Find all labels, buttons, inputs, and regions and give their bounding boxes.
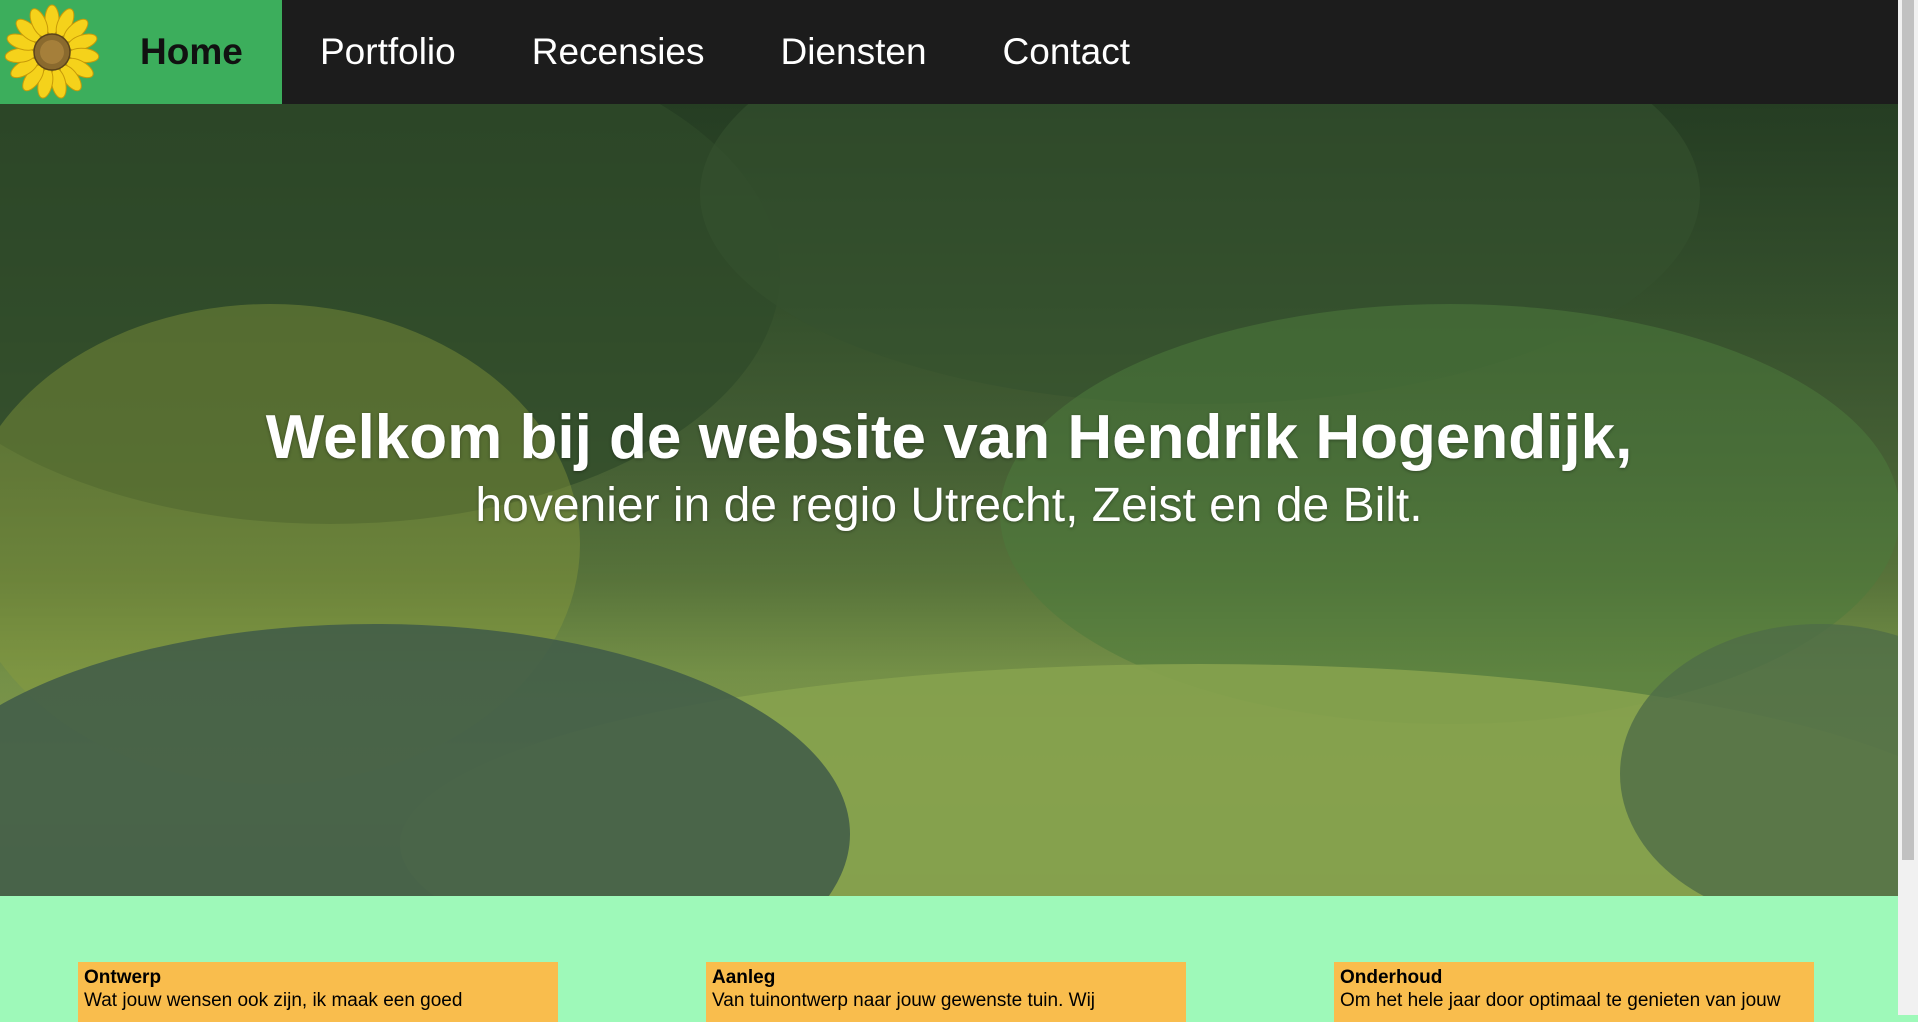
service-card-title: Onderhoud <box>1340 967 1443 988</box>
nav-home-label: Home <box>140 31 243 72</box>
service-card-text: Wat jouw wensen ook zijn, ik maak een go… <box>84 990 463 1011</box>
nav-contact-link[interactable]: Contact <box>965 0 1169 104</box>
service-card-onderhoud[interactable]: Onderhoud Om het hele jaar door optimaal… <box>1334 962 1814 1022</box>
service-card-text: Van tuinontwerp naar jouw gewenste tuin.… <box>712 990 1096 1011</box>
hero-subtitle: hovenier in de regio Utrecht, Zeist en d… <box>475 479 1423 533</box>
service-card-ontwerp[interactable]: Ontwerp Wat jouw wensen ook zijn, ik maa… <box>78 962 558 1022</box>
hero-banner: Welkom bij de website van Hendrik Hogend… <box>0 104 1898 896</box>
nav-home-link[interactable]: Home <box>0 0 282 104</box>
hero-text: Welkom bij de website van Hendrik Hogend… <box>0 403 1898 533</box>
service-card-title: Aanleg <box>712 967 776 988</box>
nav-recensies-link[interactable]: Recensies <box>494 0 743 104</box>
nav-diensten-link[interactable]: Diensten <box>743 0 965 104</box>
services-section: Ontwerp Wat jouw wensen ook zijn, ik maa… <box>0 896 1898 1022</box>
scrollbar-thumb[interactable] <box>1902 0 1914 860</box>
service-card-aanleg[interactable]: Aanleg Van tuinontwerp naar jouw gewenst… <box>706 962 1186 1022</box>
nav-portfolio-link[interactable]: Portfolio <box>282 0 494 104</box>
hero-background-hostas <box>0 624 850 896</box>
service-card-title: Ontwerp <box>84 967 162 988</box>
hero-title: Welkom bij de website van Hendrik Hogend… <box>265 403 1633 472</box>
service-card-text: Om het hele jaar door optimaal te geniet… <box>1340 990 1781 1011</box>
main-navbar: Home Portfolio Recensies Diensten Contac… <box>0 0 1898 104</box>
vertical-scrollbar[interactable] <box>1898 0 1918 1015</box>
sunflower-icon <box>0 0 104 104</box>
